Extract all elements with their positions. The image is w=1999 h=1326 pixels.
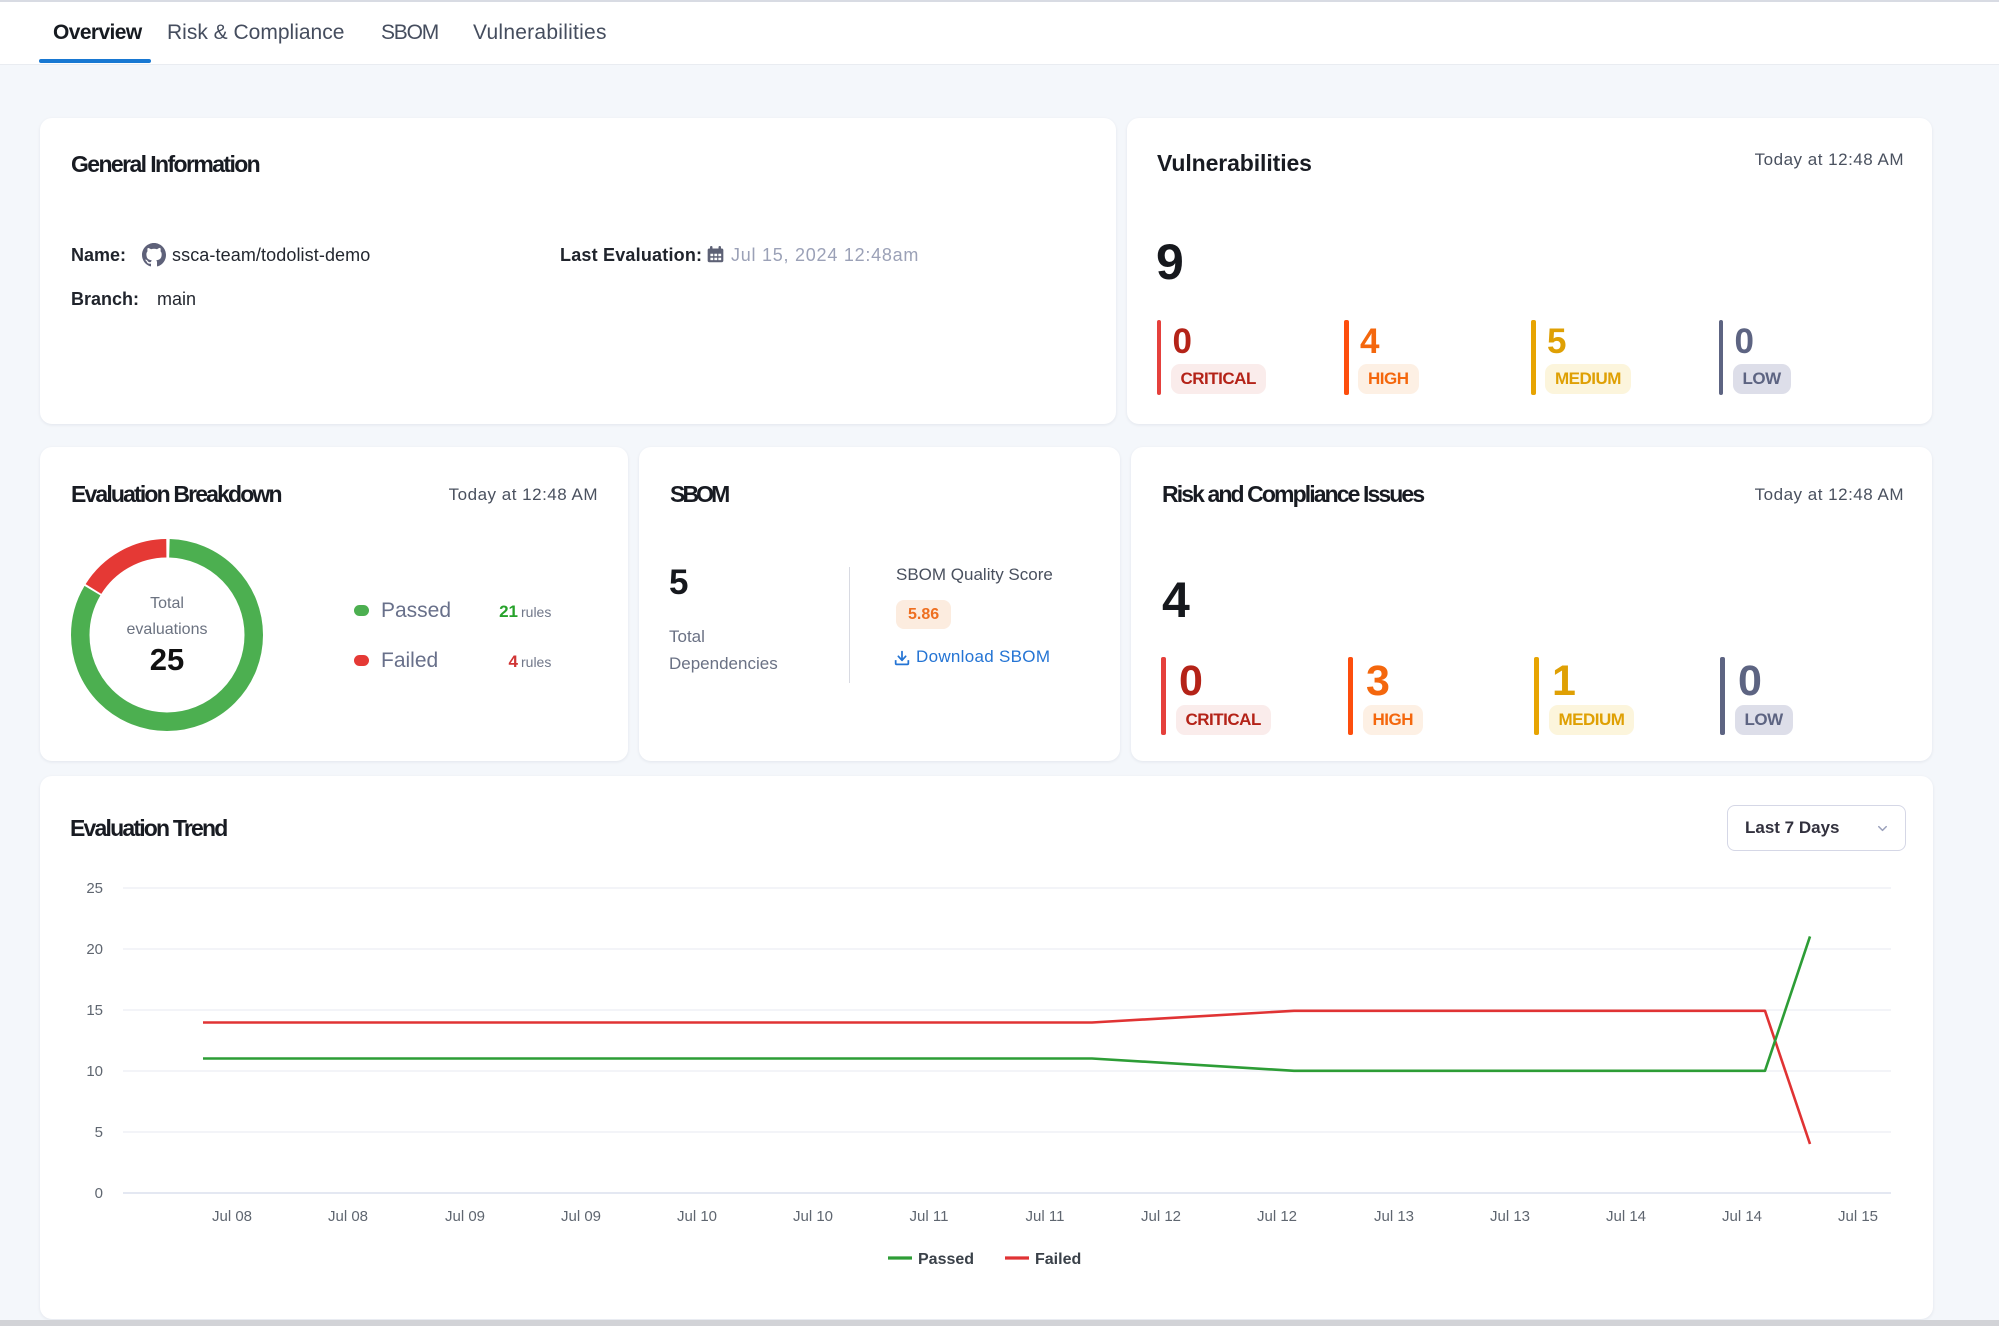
svg-text:Jul 09: Jul 09	[445, 1208, 485, 1225]
svg-text:Jul 13: Jul 13	[1490, 1208, 1530, 1225]
svg-text:20: 20	[86, 941, 103, 958]
svg-text:Jul 14: Jul 14	[1606, 1208, 1646, 1225]
svg-text:Jul 12: Jul 12	[1141, 1208, 1181, 1225]
svg-text:25: 25	[86, 880, 103, 897]
svg-text:Jul 10: Jul 10	[677, 1208, 717, 1225]
svg-text:Failed: Failed	[1035, 1251, 1081, 1268]
svg-text:15: 15	[86, 1002, 103, 1019]
svg-text:Jul 09: Jul 09	[561, 1208, 601, 1225]
svg-text:Jul 15: Jul 15	[1838, 1208, 1878, 1225]
svg-text:0: 0	[95, 1185, 103, 1202]
svg-text:Jul 10: Jul 10	[793, 1208, 833, 1225]
svg-text:Jul 08: Jul 08	[328, 1208, 368, 1225]
svg-text:Jul 14: Jul 14	[1722, 1208, 1762, 1225]
svg-text:Jul 11: Jul 11	[910, 1208, 949, 1225]
svg-text:Passed: Passed	[918, 1251, 974, 1268]
svg-text:Jul 11: Jul 11	[1026, 1208, 1065, 1225]
svg-text:Jul 12: Jul 12	[1257, 1208, 1297, 1225]
svg-text:5: 5	[95, 1124, 103, 1141]
svg-text:10: 10	[86, 1063, 103, 1080]
svg-text:Jul 08: Jul 08	[212, 1208, 252, 1225]
svg-text:Jul 13: Jul 13	[1374, 1208, 1414, 1225]
